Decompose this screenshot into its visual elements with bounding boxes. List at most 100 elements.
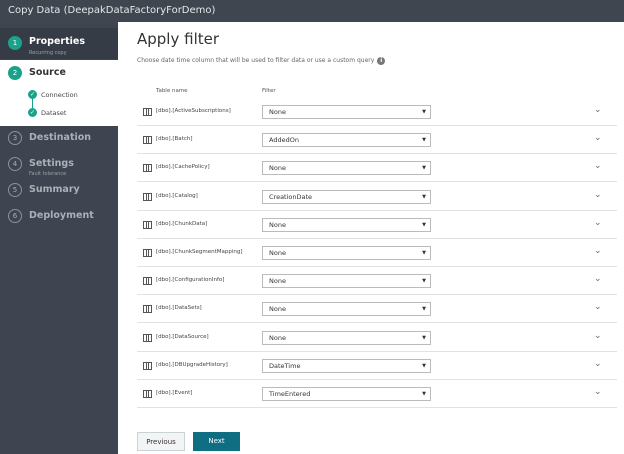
chevron-down-icon[interactable]: ⌄	[594, 302, 602, 312]
table-name: [dbo].[CachePolicy]	[156, 164, 210, 171]
table-row: [dbo].[ConfigurationInfo] None ▼ ⌄	[137, 267, 617, 296]
table-icon	[143, 390, 152, 398]
filter-value: None	[269, 164, 286, 173]
table-icon	[143, 277, 152, 286]
dropdown-caret-icon: ▼	[422, 391, 426, 397]
table-name: [dbo].[Batch]	[156, 136, 193, 143]
table-name: [dbo].[ChunkSegmentMapping]	[156, 249, 243, 255]
filter-select[interactable]: None ▼	[262, 274, 431, 289]
table-icon	[143, 108, 152, 116]
table-name: [dbo].[Catalog]	[156, 192, 198, 199]
table-row: [dbo].[ChunkData] None ▼ ⌄	[137, 211, 617, 239]
step-sublabel: Fault tolerance	[29, 171, 67, 177]
step-number: 2	[8, 66, 22, 80]
dropdown-caret-icon: ▼	[422, 137, 426, 144]
step-number: 3	[8, 131, 22, 145]
filter-select[interactable]: None ▼	[262, 246, 431, 260]
step-label: Settings	[29, 158, 74, 169]
step-settings[interactable]: 4 Settings Fault tolerance	[0, 156, 118, 182]
substep-label: Dataset	[41, 109, 67, 117]
step-label: Deployment	[29, 210, 94, 221]
filter-value: None	[269, 277, 286, 286]
info-icon[interactable]: i	[377, 57, 386, 65]
step-number: 6	[8, 209, 22, 223]
table-name: [dbo].[DBUpgradeHistory]	[156, 361, 228, 368]
chevron-down-icon[interactable]: ⌄	[594, 331, 602, 341]
filter-select[interactable]: None ▼	[262, 217, 431, 232]
filter-select[interactable]: DateTime ▼	[262, 358, 431, 373]
table-row: [dbo].[CachePolicy] None ▼ ⌄	[137, 154, 617, 183]
chevron-down-icon[interactable]: ⌄	[594, 190, 602, 200]
substep-label: Connection	[41, 91, 78, 99]
filter-select[interactable]: CreationDate ▼	[262, 189, 431, 204]
table-name: [dbo].[Event]	[156, 390, 193, 396]
chevron-down-icon[interactable]: ⌄	[594, 274, 602, 284]
dropdown-caret-icon: ▼	[422, 278, 426, 285]
description-text: Choose date time column that will be use…	[137, 57, 375, 64]
wizard-sidebar: 1 Properties Recurring copy 2 Source ✓ C…	[0, 22, 118, 454]
next-button[interactable]: Next	[193, 432, 240, 451]
table-row: [dbo].[DataSets] None ▼ ⌄	[137, 295, 617, 324]
table-icon	[143, 305, 152, 314]
check-icon: ✓	[28, 108, 37, 117]
step-deployment[interactable]: 6 Deployment	[0, 208, 118, 232]
table-icon	[143, 361, 152, 370]
dropdown-caret-icon: ▼	[422, 221, 426, 228]
main-panel: Apply filter Choose date time column tha…	[118, 22, 624, 454]
filter-select[interactable]: TimeEntered ▼	[262, 387, 431, 401]
filter-select[interactable]: None ▼	[262, 302, 431, 317]
dropdown-caret-icon: ▼	[422, 165, 426, 172]
chevron-down-icon[interactable]: ⌄	[594, 133, 602, 143]
table-name: [dbo].[ActiveSubscriptions]	[156, 108, 231, 114]
step-source[interactable]: 2 Source ✓ Connection ✓ Dataset	[0, 60, 118, 126]
chevron-down-icon[interactable]: ⌄	[594, 246, 602, 256]
table-row: [dbo].[ChunkSegmentMapping] None ▼ ⌄	[137, 239, 617, 267]
filter-value: TimeEntered	[269, 390, 311, 398]
column-header-table: Table name	[156, 88, 188, 94]
filter-value: CreationDate	[269, 192, 313, 201]
column-header-filter: Filter	[262, 88, 276, 94]
filter-select[interactable]: None ▼	[262, 105, 431, 119]
step-label: Summary	[29, 184, 80, 195]
filter-value: None	[269, 220, 286, 229]
dropdown-caret-icon: ▼	[422, 306, 426, 313]
table-name: [dbo].[DataSets]	[156, 305, 202, 312]
filter-value: None	[269, 108, 286, 116]
table-name: [dbo].[DataSource]	[156, 333, 209, 340]
table-icon	[143, 136, 152, 145]
dropdown-caret-icon: ▼	[422, 334, 426, 341]
step-label: Destination	[29, 132, 92, 143]
table-icon	[143, 249, 152, 257]
step-properties[interactable]: 1 Properties Recurring copy	[0, 28, 118, 59]
table-icon	[143, 192, 152, 201]
description: Choose date time column that will be use…	[137, 57, 386, 65]
filter-value: None	[269, 249, 286, 257]
filter-value: AddedOn	[269, 136, 299, 145]
filter-select[interactable]: None ▼	[262, 161, 431, 176]
chevron-down-icon[interactable]: ⌄	[594, 105, 602, 115]
chevron-down-icon[interactable]: ⌄	[594, 359, 602, 369]
table-row: [dbo].[ActiveSubscriptions] None ▼ ⌄	[137, 98, 617, 126]
dropdown-caret-icon: ▼	[422, 362, 426, 369]
step-number: 4	[8, 157, 22, 171]
table-icon	[143, 220, 152, 229]
table-row: [dbo].[Batch] AddedOn ▼ ⌄	[137, 126, 617, 155]
previous-button[interactable]: Previous	[137, 432, 185, 451]
check-icon: ✓	[28, 90, 37, 99]
step-destination[interactable]: 3 Destination	[0, 130, 118, 154]
chevron-down-icon[interactable]: ⌄	[594, 387, 602, 397]
step-label: Source	[29, 67, 66, 78]
filter-select[interactable]: None ▼	[262, 330, 431, 345]
table-row: [dbo].[DBUpgradeHistory] DateTime ▼ ⌄	[137, 352, 617, 380]
table-name: [dbo].[ConfigurationInfo]	[156, 277, 225, 284]
table-icon	[143, 164, 152, 173]
filter-select[interactable]: AddedOn ▼	[262, 133, 431, 148]
chevron-down-icon[interactable]: ⌄	[594, 218, 602, 228]
table-name: [dbo].[ChunkData]	[156, 220, 208, 227]
table-row: [dbo].[DataSource] None ▼ ⌄	[137, 324, 617, 352]
chevron-down-icon[interactable]: ⌄	[594, 161, 602, 171]
table-row: [dbo].[Catalog] CreationDate ▼ ⌄	[137, 183, 617, 211]
step-number: 1	[8, 36, 22, 50]
step-summary[interactable]: 5 Summary	[0, 182, 118, 206]
filter-value: None	[269, 333, 286, 342]
